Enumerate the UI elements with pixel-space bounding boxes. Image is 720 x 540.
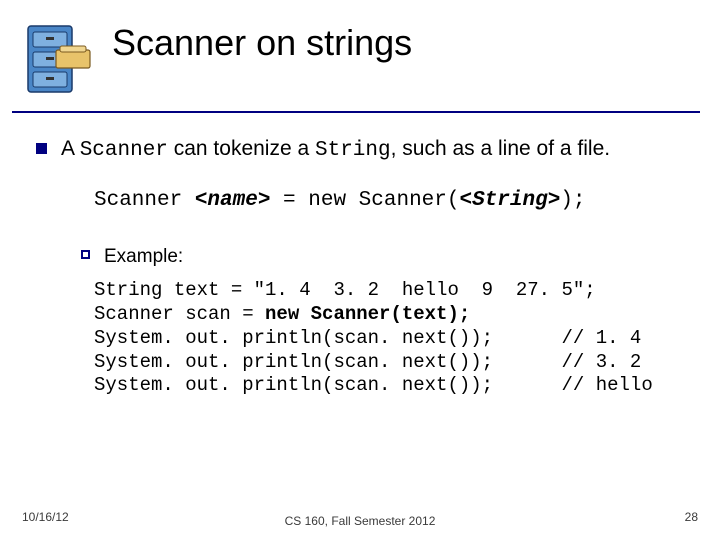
- title-area: Scanner on strings: [12, 16, 700, 111]
- code-line-2b: new Scanner(text);: [265, 303, 470, 325]
- bullet-square-icon: [36, 143, 47, 154]
- text: can tokenize a: [168, 137, 315, 160]
- code-text: );: [560, 189, 585, 212]
- code-comment-3: // 1. 4: [562, 327, 642, 349]
- slide-title: Scanner on strings: [112, 22, 412, 64]
- code-line-4: System. out. println(scan. next());: [94, 351, 493, 373]
- slide-footer: 10/16/12 CS 160, Fall Semester 2012 28: [0, 504, 720, 528]
- code-text: = new Scanner(: [270, 189, 459, 212]
- bullet-level-1: A Scanner can tokenize a String, such as…: [36, 135, 690, 165]
- slide: Scanner on strings A Scanner can tokeniz…: [0, 0, 720, 540]
- code-line-2a: Scanner scan =: [94, 303, 265, 325]
- title-underline: [12, 111, 700, 113]
- placeholder-string: <String>: [459, 189, 560, 212]
- text: A: [61, 137, 80, 160]
- bullet-level-2: Example:: [81, 244, 690, 270]
- code-comment-4: // 3. 2: [562, 351, 642, 373]
- placeholder-name: <name>: [195, 189, 271, 212]
- inline-code: Scanner: [80, 139, 168, 162]
- inline-code: String: [315, 139, 391, 162]
- slide-body: A Scanner can tokenize a String, such as…: [36, 135, 690, 398]
- code-comment-5: // hello: [562, 374, 653, 396]
- code-line-5: System. out. println(scan. next());: [94, 374, 493, 396]
- bullet-square-outline-icon: [81, 250, 90, 259]
- example-label: Example:: [104, 244, 183, 270]
- code-line-1: String text = "1. 4 3. 2 hello 9 27. 5";: [94, 279, 596, 301]
- text: , such as a line of a file.: [391, 137, 610, 160]
- code-text: Scanner: [94, 189, 195, 212]
- code-block: String text = "1. 4 3. 2 hello 9 27. 5";…: [94, 279, 690, 398]
- syntax-line: Scanner <name> = new Scanner(<String>);: [94, 187, 690, 215]
- file-cabinet-icon: [18, 22, 96, 100]
- code-line-3: System. out. println(scan. next());: [94, 327, 493, 349]
- footer-page-number: 28: [685, 510, 698, 524]
- footer-course: CS 160, Fall Semester 2012: [0, 514, 720, 528]
- bullet-1-text: A Scanner can tokenize a String, such as…: [61, 135, 610, 165]
